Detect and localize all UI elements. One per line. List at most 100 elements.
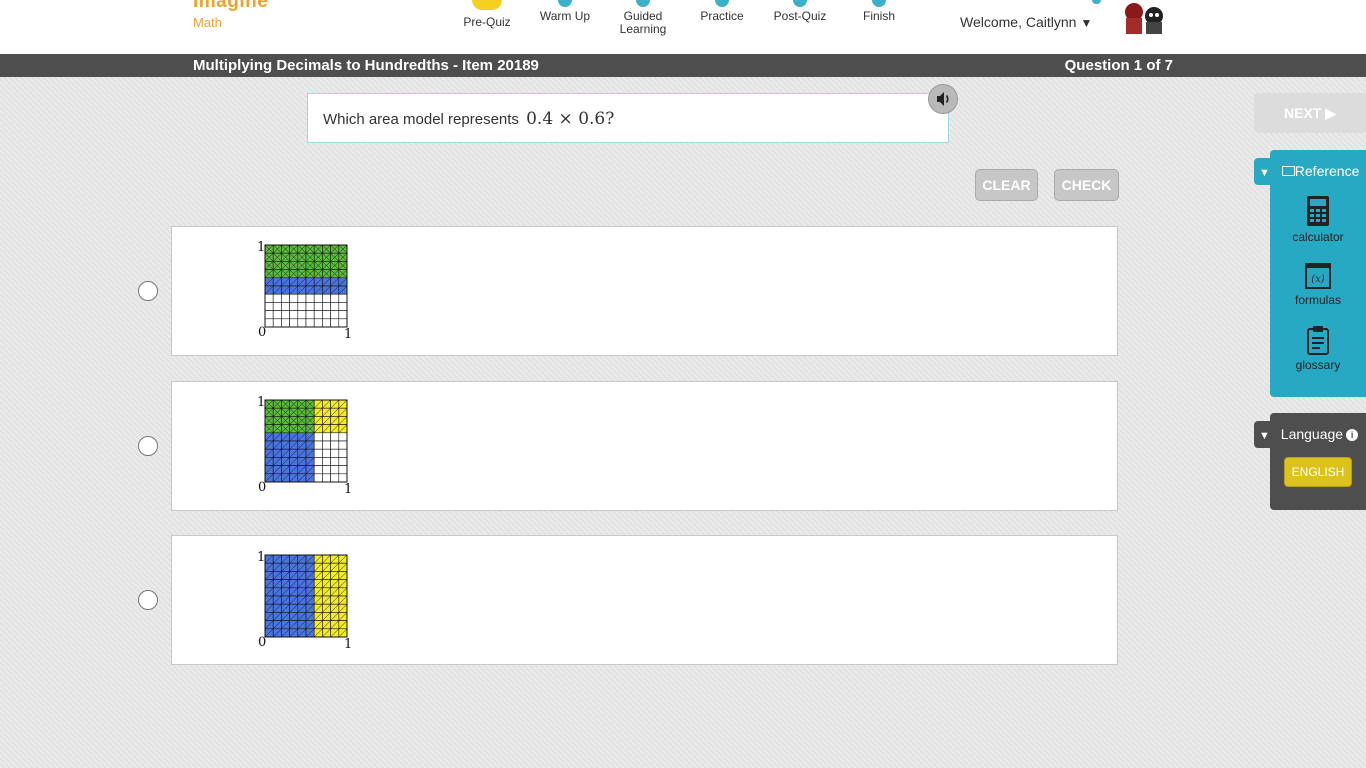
step-finish[interactable]: Finish (834, 0, 924, 23)
step-label: Finish (862, 9, 895, 23)
language-toggle[interactable]: ▼ Language i (1254, 421, 1366, 448)
grid-cell (313, 310, 323, 320)
grid-cell (313, 432, 323, 442)
grid-cell (313, 318, 323, 328)
grid-cell (338, 440, 348, 450)
calculator-tool[interactable]: calculator (1270, 195, 1366, 244)
reference-toggle[interactable]: ▼ Reference (1254, 158, 1366, 185)
grid-cell (338, 465, 348, 475)
grid-cell (313, 457, 323, 466)
label-one-x: 1 (344, 482, 352, 497)
grid-cell (272, 310, 282, 320)
grid-cell (322, 440, 331, 450)
grid-cell (313, 448, 323, 458)
grid-cell (330, 473, 340, 483)
step-label: Pre-Quiz (463, 15, 511, 29)
grid-cell (313, 473, 323, 483)
question-math: 0.4 × 0.6? (526, 109, 615, 129)
logo-subtitle: Math (193, 15, 222, 30)
label-zero: 0 (258, 480, 266, 495)
label-one-x: 1 (344, 637, 352, 652)
question-text: Which area model represents (323, 111, 519, 128)
welcome-text: Welcome, Caitlynn (960, 14, 1077, 30)
grid-cell (330, 310, 340, 320)
label-one-y: 1 (257, 395, 265, 410)
answer-radio-2[interactable] (138, 436, 158, 456)
lesson-title-bar: Multiplying Decimals to Hundredths - Ite… (0, 54, 1366, 77)
grid-cell (330, 302, 340, 311)
step-indicator (636, 0, 650, 7)
step-practice[interactable]: Practice (677, 0, 767, 23)
step-indicator (715, 0, 729, 7)
grid-cell (289, 302, 299, 311)
grid-cell (338, 457, 348, 466)
question-progress: Question 1 of 7 (1064, 57, 1173, 74)
step-warm-up[interactable]: Warm Up (520, 0, 610, 23)
check-button[interactable]: CHECK (1054, 169, 1119, 201)
notification-dot (1092, 0, 1101, 4)
avatar[interactable] (1120, 0, 1168, 34)
grid-cell (330, 318, 340, 328)
grid-cell (281, 318, 290, 328)
grid-cell (322, 318, 331, 328)
book-icon (1281, 166, 1295, 176)
step-pre-quiz[interactable]: Pre-Quiz (442, 0, 532, 29)
grid-cell (281, 310, 290, 320)
current-step-indicator (472, 0, 502, 10)
grid-cell (338, 473, 348, 483)
formulas-label: formulas (1294, 293, 1341, 307)
info-icon[interactable]: i (1346, 429, 1359, 441)
answer-radio-1[interactable] (138, 281, 158, 301)
grid-cell (313, 465, 323, 475)
grid-cell (322, 310, 331, 320)
grid-cell (272, 293, 282, 303)
grid-cell (313, 440, 323, 450)
grid-cell (313, 302, 323, 311)
next-button[interactable]: NEXT ▶ (1254, 93, 1366, 133)
svg-text:(x): (x) (1311, 274, 1325, 285)
grid-cell (338, 448, 348, 458)
grid-cell (297, 293, 307, 303)
step-post-quiz[interactable]: Post-Quiz (755, 0, 845, 23)
answer-radio-3[interactable] (138, 590, 158, 610)
step-guided-learning[interactable]: Guided Learning (598, 0, 688, 36)
logo-text: Imagine (193, 0, 269, 12)
english-button[interactable]: ENGLISH (1284, 457, 1352, 487)
label-one-y: 1 (257, 240, 265, 255)
label-one-x: 1 (344, 327, 352, 342)
grid-cell (264, 293, 274, 303)
grid-cell (322, 293, 331, 303)
area-model-2: 0 1 1 (257, 395, 352, 497)
calculator-icon (1307, 196, 1329, 226)
formulas-tool[interactable]: (x) formulas (1270, 262, 1366, 307)
grid-cell (272, 302, 282, 311)
grid-cell (297, 318, 307, 328)
label-one-y: 1 (257, 550, 265, 565)
grid-cell (264, 302, 274, 311)
grid-cell (305, 318, 315, 328)
grid-cell (322, 473, 331, 483)
step-label: Guided Learning (619, 9, 667, 36)
grid-cell (281, 302, 290, 311)
grid-cell (264, 310, 274, 320)
grid-cell (338, 293, 348, 303)
grid-cell (297, 310, 307, 320)
audio-button[interactable] (928, 84, 958, 114)
speaker-icon (937, 92, 949, 106)
grid-cell (322, 432, 331, 442)
grid-cell (305, 293, 315, 303)
top-header: Imagine Math Pre-Quiz Warm Up Guided Lea… (0, 0, 1366, 54)
glossary-icon (1307, 326, 1329, 355)
grid-cell (338, 432, 348, 442)
lesson-title: Multiplying Decimals to Hundredths - Ite… (193, 57, 539, 74)
caret-down-icon: ▼ (1259, 167, 1270, 179)
question-box: Which area model represents 0.4 × 0.6? (307, 93, 949, 143)
grid-cell (281, 293, 290, 303)
label-zero: 0 (258, 325, 266, 340)
grid-cell (322, 448, 331, 458)
clear-button[interactable]: CLEAR (975, 169, 1038, 201)
language-title: Language (1280, 426, 1344, 442)
grid-cell (322, 457, 331, 466)
user-menu[interactable]: Welcome, Caitlynn ▼ (960, 14, 1092, 30)
glossary-tool[interactable]: glossary (1270, 325, 1366, 372)
